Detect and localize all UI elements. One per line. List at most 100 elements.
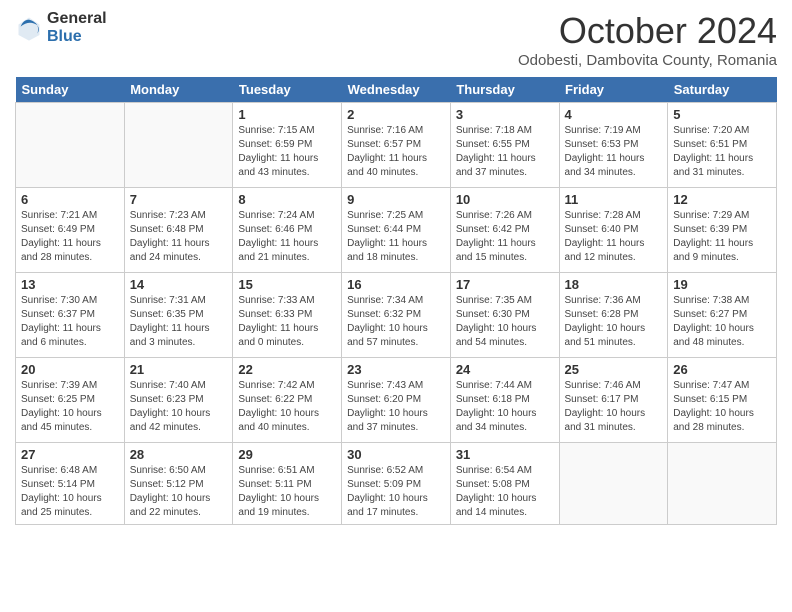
day-header-saturday: Saturday (668, 77, 777, 103)
calendar-week-row: 6 Sunrise: 7:21 AM Sunset: 6:49 PM Daylig… (16, 188, 777, 273)
day-number: 4 (565, 107, 663, 122)
day-info: Sunrise: 7:47 AM Sunset: 6:15 PM Dayligh… (673, 379, 771, 435)
location: Odobesti, Dambovita County, Romania (518, 52, 777, 69)
day-info: Sunrise: 7:43 AM Sunset: 6:20 PM Dayligh… (347, 379, 445, 435)
calendar-cell: 4 Sunrise: 7:19 AM Sunset: 6:53 PM Daylig… (559, 103, 668, 188)
day-number: 18 (565, 277, 663, 292)
day-info: Sunrise: 7:29 AM Sunset: 6:39 PM Dayligh… (673, 209, 771, 265)
calendar-cell: 10 Sunrise: 7:26 AM Sunset: 6:42 PM Dayli… (450, 188, 559, 273)
day-info: Sunrise: 7:35 AM Sunset: 6:30 PM Dayligh… (456, 294, 554, 350)
day-info: Sunrise: 7:39 AM Sunset: 6:25 PM Dayligh… (21, 379, 119, 435)
page-header: General Blue October 2024 Odobesti, Damb… (15, 10, 777, 69)
day-number: 29 (238, 447, 336, 462)
calendar-cell: 29 Sunrise: 6:51 AM Sunset: 5:11 PM Dayli… (233, 443, 342, 525)
day-number: 7 (130, 192, 228, 207)
day-header-friday: Friday (559, 77, 668, 103)
calendar-cell: 26 Sunrise: 7:47 AM Sunset: 6:15 PM Dayli… (668, 358, 777, 443)
day-header-wednesday: Wednesday (342, 77, 451, 103)
day-info: Sunrise: 7:44 AM Sunset: 6:18 PM Dayligh… (456, 379, 554, 435)
calendar-cell: 1 Sunrise: 7:15 AM Sunset: 6:59 PM Daylig… (233, 103, 342, 188)
day-number: 27 (21, 447, 119, 462)
month-title: October 2024 (518, 10, 777, 52)
day-info: Sunrise: 7:20 AM Sunset: 6:51 PM Dayligh… (673, 124, 771, 180)
day-number: 1 (238, 107, 336, 122)
day-info: Sunrise: 7:23 AM Sunset: 6:48 PM Dayligh… (130, 209, 228, 265)
calendar-cell: 3 Sunrise: 7:18 AM Sunset: 6:55 PM Daylig… (450, 103, 559, 188)
day-number: 8 (238, 192, 336, 207)
calendar-cell (124, 103, 233, 188)
calendar-header-row: SundayMondayTuesdayWednesdayThursdayFrid… (16, 77, 777, 103)
day-info: Sunrise: 7:31 AM Sunset: 6:35 PM Dayligh… (130, 294, 228, 350)
calendar-cell: 13Sunrise: 7:30 AM Sunset: 6:37 PM Dayli… (16, 273, 125, 358)
day-header-tuesday: Tuesday (233, 77, 342, 103)
calendar-cell: 24Sunrise: 7:44 AM Sunset: 6:18 PM Dayli… (450, 358, 559, 443)
calendar-cell (668, 443, 777, 525)
day-info: Sunrise: 7:30 AM Sunset: 6:37 PM Dayligh… (21, 294, 119, 350)
calendar-week-row: 13Sunrise: 7:30 AM Sunset: 6:37 PM Dayli… (16, 273, 777, 358)
day-header-sunday: Sunday (16, 77, 125, 103)
day-info: Sunrise: 7:25 AM Sunset: 6:44 PM Dayligh… (347, 209, 445, 265)
calendar-cell: 25 Sunrise: 7:46 AM Sunset: 6:17 PM Dayli… (559, 358, 668, 443)
calendar-week-row: 1 Sunrise: 7:15 AM Sunset: 6:59 PM Daylig… (16, 103, 777, 188)
day-number: 10 (456, 192, 554, 207)
day-info: Sunrise: 6:48 AM Sunset: 5:14 PM Dayligh… (21, 464, 119, 520)
day-info: Sunrise: 7:16 AM Sunset: 6:57 PM Dayligh… (347, 124, 445, 180)
day-number: 15 (238, 277, 336, 292)
calendar-cell: 21 Sunrise: 7:40 AM Sunset: 6:23 PM Dayli… (124, 358, 233, 443)
day-info: Sunrise: 6:52 AM Sunset: 5:09 PM Dayligh… (347, 464, 445, 520)
calendar-cell: 20Sunrise: 7:39 AM Sunset: 6:25 PM Dayli… (16, 358, 125, 443)
calendar-cell: 23Sunrise: 7:43 AM Sunset: 6:20 PM Dayli… (342, 358, 451, 443)
day-number: 19 (673, 277, 771, 292)
day-number: 9 (347, 192, 445, 207)
calendar-table: SundayMondayTuesdayWednesdayThursdayFrid… (15, 77, 777, 525)
calendar-cell: 30 Sunrise: 6:52 AM Sunset: 5:09 PM Dayli… (342, 443, 451, 525)
calendar-cell: 27 Sunrise: 6:48 AM Sunset: 5:14 PM Dayli… (16, 443, 125, 525)
day-info: Sunrise: 6:51 AM Sunset: 5:11 PM Dayligh… (238, 464, 336, 520)
calendar-cell: 28 Sunrise: 6:50 AM Sunset: 5:12 PM Dayli… (124, 443, 233, 525)
calendar-cell: 22 Sunrise: 7:42 AM Sunset: 6:22 PM Dayli… (233, 358, 342, 443)
day-info: Sunrise: 7:26 AM Sunset: 6:42 PM Dayligh… (456, 209, 554, 265)
day-info: Sunrise: 7:40 AM Sunset: 6:23 PM Dayligh… (130, 379, 228, 435)
logo: General Blue (15, 10, 107, 45)
day-number: 17 (456, 277, 554, 292)
logo-blue: Blue (47, 28, 107, 46)
day-info: Sunrise: 7:24 AM Sunset: 6:46 PM Dayligh… (238, 209, 336, 265)
day-number: 28 (130, 447, 228, 462)
logo-icon (15, 14, 43, 42)
calendar-cell: 2 Sunrise: 7:16 AM Sunset: 6:57 PM Daylig… (342, 103, 451, 188)
calendar-cell: 7 Sunrise: 7:23 AM Sunset: 6:48 PM Daylig… (124, 188, 233, 273)
day-info: Sunrise: 7:46 AM Sunset: 6:17 PM Dayligh… (565, 379, 663, 435)
day-info: Sunrise: 7:42 AM Sunset: 6:22 PM Dayligh… (238, 379, 336, 435)
calendar-cell: 15 Sunrise: 7:33 AM Sunset: 6:33 PM Dayli… (233, 273, 342, 358)
day-info: Sunrise: 6:50 AM Sunset: 5:12 PM Dayligh… (130, 464, 228, 520)
day-info: Sunrise: 7:18 AM Sunset: 6:55 PM Dayligh… (456, 124, 554, 180)
calendar-cell: 11 Sunrise: 7:28 AM Sunset: 6:40 PM Dayli… (559, 188, 668, 273)
day-number: 6 (21, 192, 119, 207)
logo-general: General (47, 10, 107, 28)
day-info: Sunrise: 7:28 AM Sunset: 6:40 PM Dayligh… (565, 209, 663, 265)
day-number: 30 (347, 447, 445, 462)
day-info: Sunrise: 6:54 AM Sunset: 5:08 PM Dayligh… (456, 464, 554, 520)
calendar-cell: 16Sunrise: 7:34 AM Sunset: 6:32 PM Dayli… (342, 273, 451, 358)
day-number: 22 (238, 362, 336, 377)
day-info: Sunrise: 7:19 AM Sunset: 6:53 PM Dayligh… (565, 124, 663, 180)
day-number: 3 (456, 107, 554, 122)
logo-text: General Blue (47, 10, 107, 45)
calendar-cell: 17 Sunrise: 7:35 AM Sunset: 6:30 PM Dayli… (450, 273, 559, 358)
calendar-cell: 19Sunrise: 7:38 AM Sunset: 6:27 PM Dayli… (668, 273, 777, 358)
day-number: 14 (130, 277, 228, 292)
day-info: Sunrise: 7:33 AM Sunset: 6:33 PM Dayligh… (238, 294, 336, 350)
day-number: 21 (130, 362, 228, 377)
day-number: 2 (347, 107, 445, 122)
day-header-thursday: Thursday (450, 77, 559, 103)
calendar-week-row: 20Sunrise: 7:39 AM Sunset: 6:25 PM Dayli… (16, 358, 777, 443)
day-number: 11 (565, 192, 663, 207)
day-number: 26 (673, 362, 771, 377)
day-info: Sunrise: 7:36 AM Sunset: 6:28 PM Dayligh… (565, 294, 663, 350)
day-number: 16 (347, 277, 445, 292)
calendar-cell: 31 Sunrise: 6:54 AM Sunset: 5:08 PM Dayli… (450, 443, 559, 525)
day-number: 31 (456, 447, 554, 462)
day-info: Sunrise: 7:15 AM Sunset: 6:59 PM Dayligh… (238, 124, 336, 180)
day-info: Sunrise: 7:21 AM Sunset: 6:49 PM Dayligh… (21, 209, 119, 265)
day-number: 25 (565, 362, 663, 377)
